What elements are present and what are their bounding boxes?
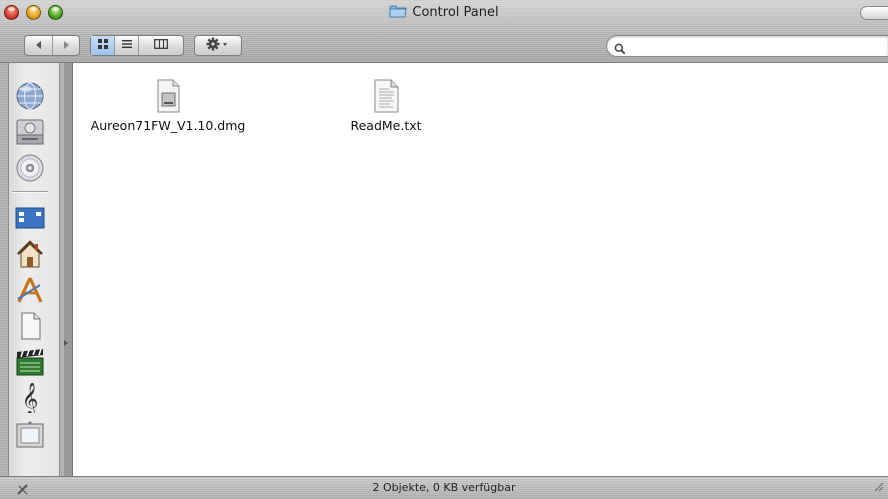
file-browser-content: Aureon71FW_V1.10.dmg ReadMe.txt: [72, 63, 888, 476]
disk-image-icon: [152, 79, 184, 113]
window-title-area: Control Panel: [0, 3, 888, 23]
sidebar-item-movies[interactable]: [14, 347, 46, 377]
globe-icon: [14, 82, 46, 115]
forward-arrow-icon: [61, 39, 71, 53]
status-text: 2 Objekte, 0 KB verfügbar: [372, 481, 516, 494]
sidebar: 𝄞: [0, 63, 68, 476]
action-menu-button[interactable]: [194, 35, 242, 56]
file-item[interactable]: Aureon71FW_V1.10.dmg: [83, 79, 253, 133]
resize-grip-icon[interactable]: [872, 477, 884, 496]
sidebar-item-documents[interactable]: [14, 311, 46, 341]
back-button[interactable]: [25, 36, 53, 55]
icon-view-icon: [97, 38, 109, 53]
file-name: ReadMe.txt: [350, 118, 422, 133]
home-icon: [14, 240, 46, 273]
back-arrow-icon: [34, 39, 44, 53]
navigation-buttons: [24, 35, 80, 56]
column-view-button[interactable]: [139, 36, 183, 55]
file-name: Aureon71FW_V1.10.dmg: [90, 118, 246, 133]
search-input[interactable]: [629, 37, 883, 57]
music-icon: 𝄞: [14, 382, 46, 417]
sidebar-item-desktop[interactable]: [14, 203, 46, 233]
cd-icon: [14, 154, 46, 187]
title-toolbar: Control Panel: [0, 0, 888, 63]
icon-view-button[interactable]: [91, 36, 115, 55]
view-mode-buttons: [90, 35, 184, 56]
search-field[interactable]: [606, 35, 888, 57]
svg-text:𝄞: 𝄞: [22, 383, 39, 413]
sidebar-item-network[interactable]: [14, 81, 46, 111]
document-icon: [14, 312, 46, 345]
file-item[interactable]: ReadMe.txt: [301, 79, 471, 133]
finder-window: Control Panel 𝄞 Aureon71FW_V1.10.dmg Rea…: [0, 0, 888, 499]
folder-icon: [389, 3, 407, 23]
sidebar-divider: [12, 191, 48, 193]
sidebar-item-hard-disk[interactable]: [14, 117, 46, 147]
clapperboard-icon: [14, 348, 46, 381]
column-view-icon: [154, 38, 168, 53]
list-view-button[interactable]: [115, 36, 139, 55]
picture-frame-icon: [14, 421, 46, 453]
window-title: Control Panel: [412, 5, 499, 20]
sidebar-item-home[interactable]: [14, 239, 46, 269]
desktop-icon: [14, 207, 46, 237]
applications-icon: [14, 277, 46, 309]
sidebar-item-music[interactable]: 𝄞: [14, 382, 46, 416]
hard-drive-icon: [14, 119, 46, 151]
sidebar-item-pictures[interactable]: [14, 419, 46, 449]
list-view-icon: [121, 38, 133, 53]
sidebar-item-cd[interactable]: [14, 153, 46, 183]
search-icon: [614, 40, 626, 59]
status-bar: 2 Objekte, 0 KB verfügbar: [0, 476, 888, 499]
gear-icon: [206, 37, 230, 54]
toolbar-toggle-button[interactable]: [860, 6, 888, 20]
action-menu-cell: [195, 36, 241, 55]
forward-button[interactable]: [53, 36, 79, 55]
sidebar-resize-handle[interactable]: [64, 331, 68, 346]
sidebar-item-applications[interactable]: [14, 275, 46, 305]
text-document-icon: [370, 79, 402, 113]
